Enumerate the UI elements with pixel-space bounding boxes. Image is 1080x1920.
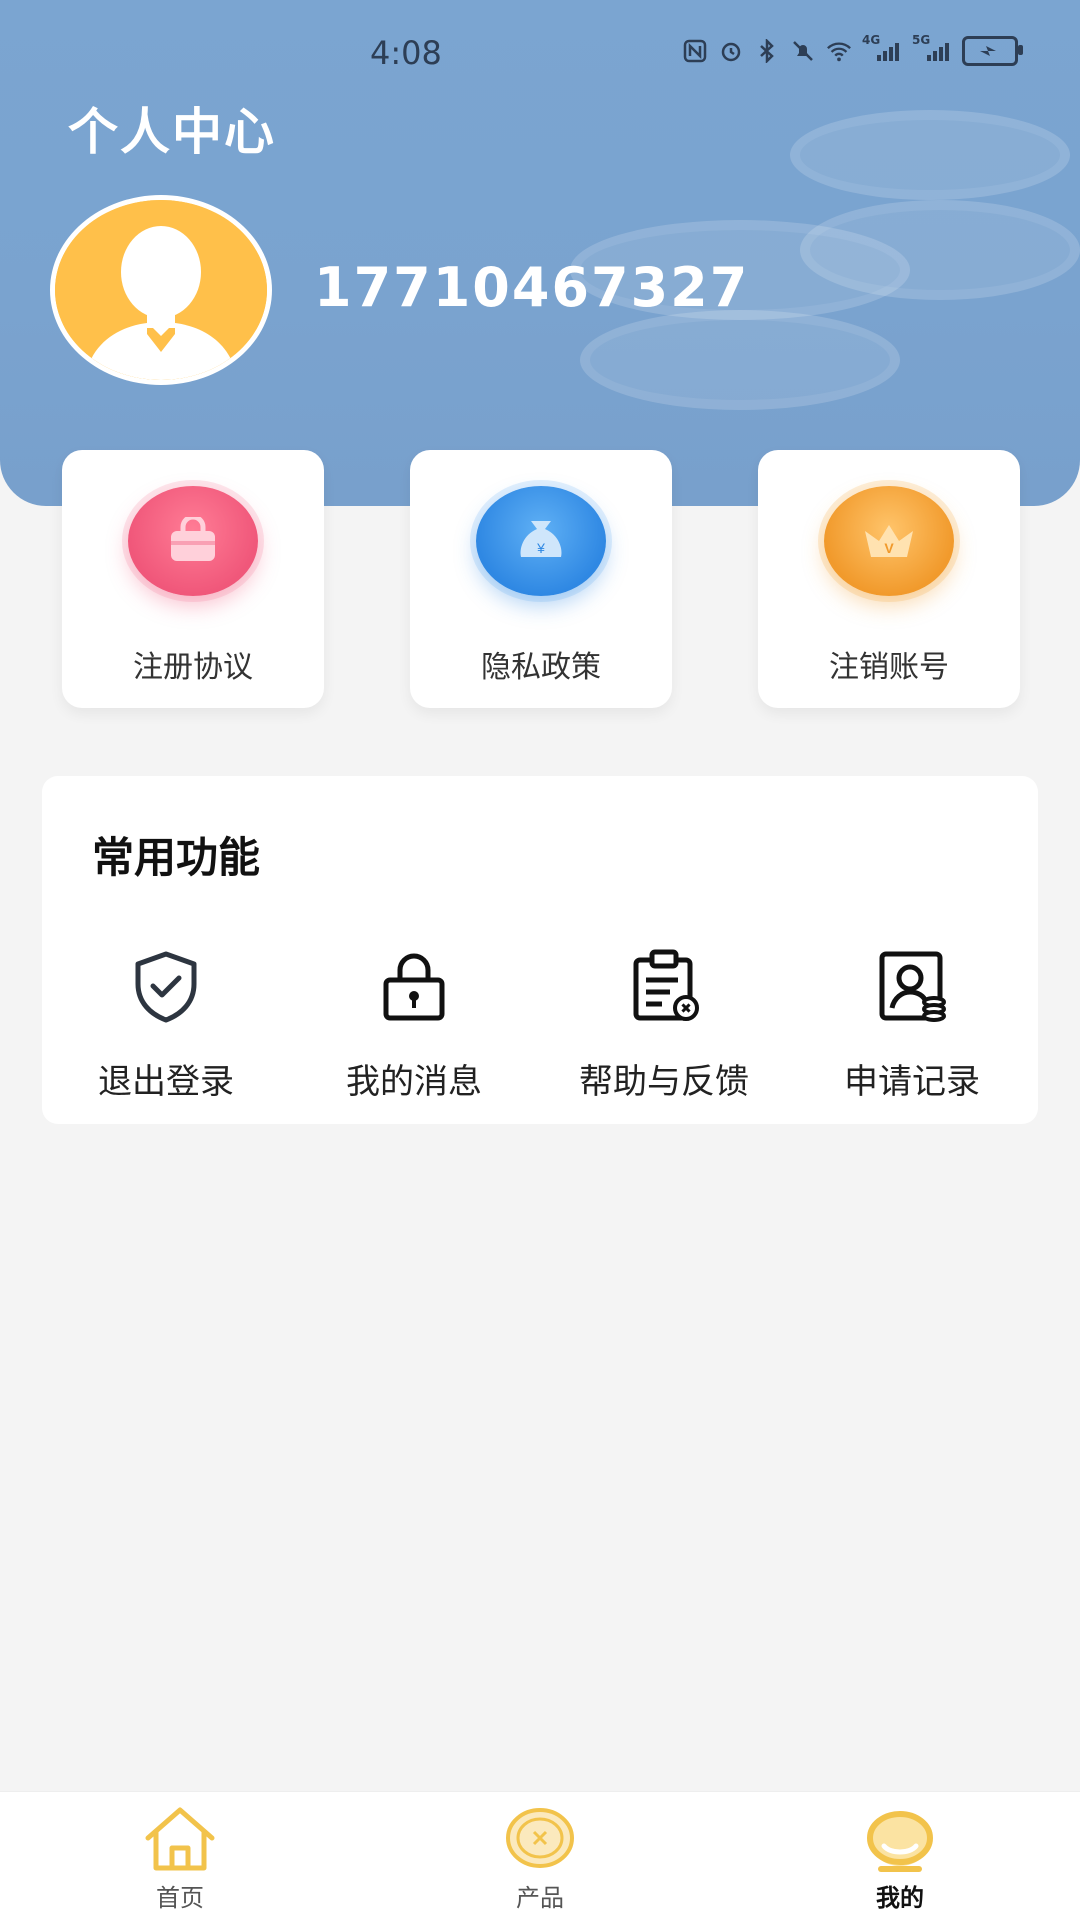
bottom-nav: 首页 产品 我的 [0, 1791, 1080, 1920]
profile-record-icon [879, 951, 946, 1022]
nav-label: 我的 [876, 1884, 924, 1912]
nav-home[interactable]: 首页 [80, 1802, 280, 1912]
common-functions-panel: 常用功能 退出登录 我的消息 帮助与反馈 申请记录 [42, 776, 1038, 1124]
nfc-icon [682, 39, 708, 63]
function-application-records[interactable]: 申请记录 [802, 946, 1022, 1102]
svg-text:¥: ¥ [536, 540, 545, 556]
function-my-messages[interactable]: 我的消息 [304, 946, 524, 1102]
decor-coin [800, 200, 1080, 300]
function-logout[interactable]: 退出登录 [56, 946, 276, 1102]
crown-icon: V [824, 486, 954, 596]
function-label: 我的消息 [346, 1062, 482, 1102]
profile-header: 4:08 4G 5G 个人中心 17710467327 [0, 0, 1080, 506]
function-label: 申请记录 [844, 1062, 980, 1102]
nav-label: 产品 [516, 1884, 564, 1912]
user-avatar-icon [55, 200, 267, 380]
quick-link-register-agreement[interactable]: 注册协议 [62, 450, 324, 708]
decor-coin [580, 310, 900, 410]
avatar[interactable] [50, 195, 272, 385]
alarm-icon [718, 39, 744, 63]
bag-icon [128, 486, 258, 596]
clipboard-icon [633, 949, 699, 1021]
quick-link-cancel-account[interactable]: V 注销账号 [758, 450, 1020, 708]
function-label: 退出登录 [98, 1062, 234, 1102]
decor-coin [790, 110, 1070, 200]
money-bag-icon: ¥ [476, 486, 606, 596]
status-icons: 4G 5G [682, 33, 1023, 66]
nav-label: 首页 [156, 1884, 204, 1912]
user-phone: 17710467327 [314, 256, 750, 319]
bluetooth-icon [754, 39, 780, 63]
status-time: 4:08 [370, 34, 442, 72]
signal-5g-icon: 5G [912, 33, 952, 63]
signal-4g-icon: 4G [862, 33, 902, 63]
svg-text:V: V [884, 540, 894, 556]
nav-mine[interactable]: 我的 [800, 1802, 1000, 1912]
shield-check-icon [135, 951, 197, 1023]
lock-icon [383, 953, 445, 1021]
profile-icon [867, 1811, 933, 1872]
nav-products[interactable]: 产品 [440, 1802, 640, 1912]
coin-icon [506, 1808, 574, 1868]
signal-5g-label: 5G [912, 33, 931, 47]
signal-4g-label: 4G [862, 33, 881, 47]
quick-link-label: 注册协议 [133, 650, 253, 685]
quick-link-label: 注销账号 [829, 650, 949, 685]
wifi-icon [826, 39, 852, 63]
page-title: 个人中心 [68, 103, 276, 161]
home-icon [145, 1807, 215, 1871]
quick-link-label: 隐私政策 [481, 650, 601, 685]
function-help-feedback[interactable]: 帮助与反馈 [554, 946, 774, 1102]
section-title: 常用功能 [92, 833, 261, 882]
function-label: 帮助与反馈 [579, 1062, 749, 1102]
profile-screen: 4:08 4G 5G 个人中心 17710467327 注册协议 ¥ 隐私政策 … [0, 0, 1080, 1920]
battery-icon [962, 36, 1023, 66]
quick-link-privacy-policy[interactable]: ¥ 隐私政策 [410, 450, 672, 708]
mute-icon [790, 39, 816, 63]
